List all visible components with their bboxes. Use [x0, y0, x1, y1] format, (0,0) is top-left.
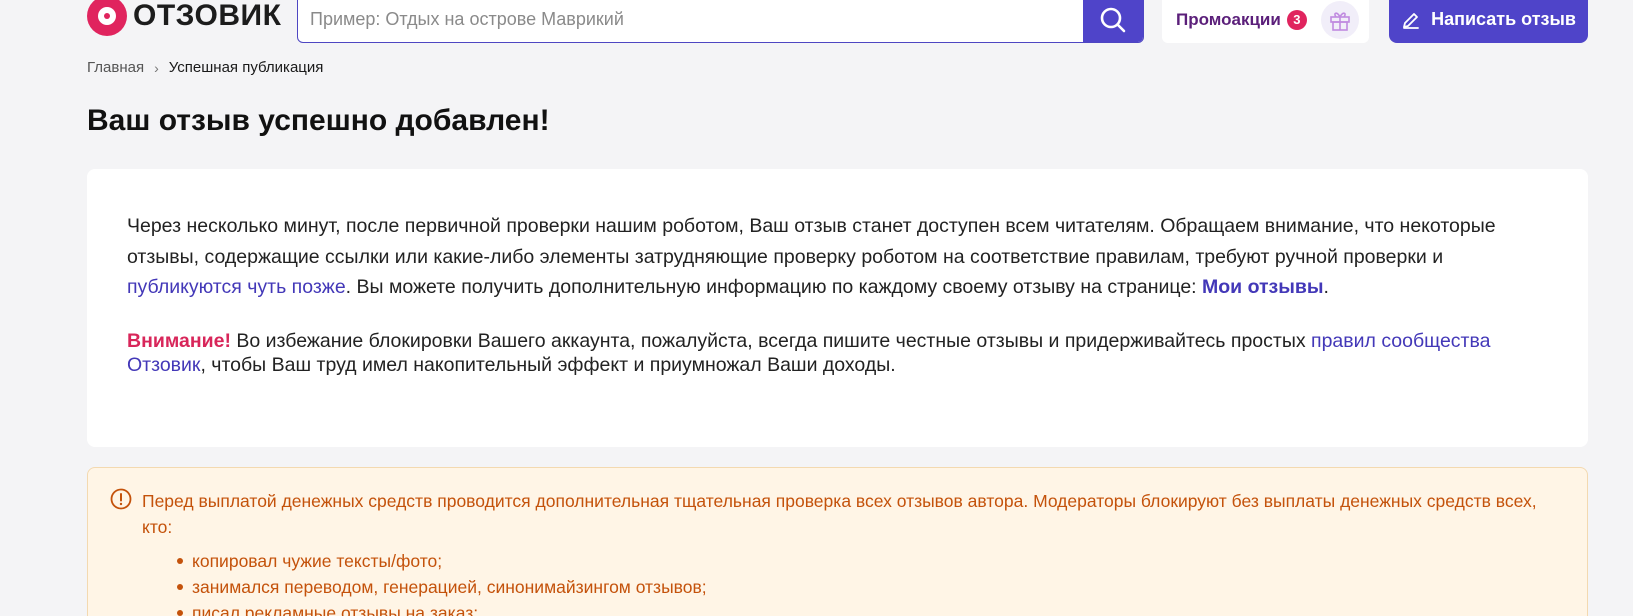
- promo-label: Промоакции: [1176, 9, 1281, 29]
- search-bar: [297, 0, 1144, 43]
- search-icon: [1100, 7, 1126, 32]
- pencil-icon: [1403, 12, 1419, 29]
- warning-text-2: , чтобы Ваш труд имел накопительный эффе…: [200, 353, 896, 376]
- payout-notice: Перед выплатой денежных средств проводит…: [87, 467, 1588, 616]
- promo-count-badge: 3: [1286, 9, 1307, 30]
- breadcrumb-current: Успешная публикация: [168, 59, 324, 76]
- site-logo[interactable]: ОТЗОВИК: [87, 0, 281, 38]
- breadcrumb: Главная › Успешная публикация: [87, 59, 323, 76]
- alert-icon: [110, 488, 132, 510]
- list-item: занимался переводом, генерацией, синоним…: [142, 574, 1547, 600]
- breadcrumb-home-link[interactable]: Главная: [87, 59, 144, 76]
- breadcrumb-separator: ›: [154, 59, 159, 76]
- warning-paragraph: Внимание! Во избежание блокировки Вашего…: [127, 329, 1548, 377]
- info-text-1: Через несколько минут, после первичной п…: [127, 215, 1496, 268]
- info-text-2: . Вы можете получить дополнительную инфо…: [345, 276, 1203, 298]
- search-button[interactable]: [1083, 0, 1143, 42]
- info-text-end: .: [1323, 276, 1329, 298]
- promo-button[interactable]: Промоакции 3: [1162, 0, 1369, 43]
- published-later-link[interactable]: публикуются чуть позже: [127, 276, 346, 298]
- warning-label: Внимание!: [127, 329, 231, 352]
- site-header: ОТЗОВИК Промоакции 3 Написа: [0, 0, 1633, 44]
- search-input[interactable]: [298, 0, 1083, 42]
- list-item: копировал чужие тексты/фото;: [142, 548, 1547, 574]
- warning-text-1: Во избежание блокировки Вашего аккаунта,…: [230, 329, 1312, 352]
- notice-text: Перед выплатой денежных средств проводит…: [142, 491, 1537, 537]
- write-review-label: Написать отзыв: [1431, 9, 1576, 29]
- notice-list: копировал чужие тексты/фото; занимался п…: [142, 548, 1547, 616]
- write-review-button[interactable]: Написать отзыв: [1389, 0, 1588, 43]
- gift-icon: [1320, 0, 1359, 39]
- logo-text: ОТЗОВИК: [133, 0, 282, 32]
- logo-mark-icon: [87, 0, 127, 36]
- my-reviews-link[interactable]: Мои отзывы: [1202, 276, 1324, 298]
- success-card: Через несколько минут, после первичной п…: [87, 169, 1588, 447]
- list-item: писал рекламные отзывы на заказ;: [142, 600, 1547, 616]
- info-paragraph: Через несколько минут, после первичной п…: [127, 211, 1548, 303]
- page-title: Ваш отзыв успешно добавлен!: [87, 104, 550, 137]
